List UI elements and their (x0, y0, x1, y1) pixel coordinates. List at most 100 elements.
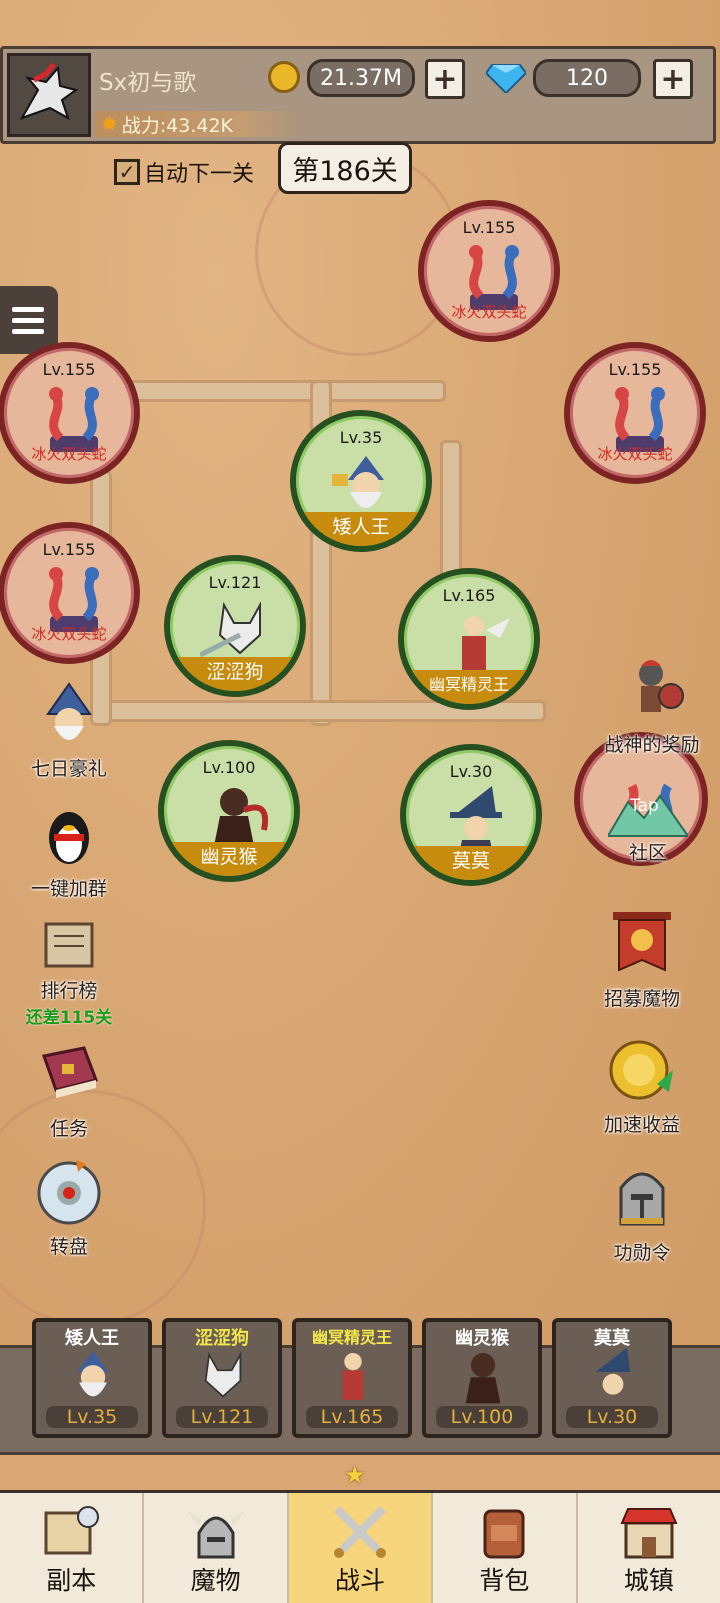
node-level: Lv.30 (449, 762, 493, 781)
join-group-label: 一键加群 (30, 878, 107, 900)
scroll-icon (44, 922, 94, 968)
squad-card-level: Lv.100 (436, 1406, 528, 1428)
gold-coin-icon (268, 61, 300, 93)
squad-card[interactable]: 幽灵猴 Lv.100 (422, 1318, 542, 1438)
community-label: 社区 (628, 842, 667, 864)
community-button[interactable]: Tap 社区 (580, 790, 716, 865)
squad-card-name: 幽冥精灵王 (311, 1328, 392, 1347)
nav-label: 魔物 (190, 1566, 241, 1595)
ally-node[interactable]: Lv.35 矮人王 (290, 410, 432, 552)
star-icon: ★ (344, 1461, 366, 1489)
enemy-node[interactable]: Lv.155 冰火双头蛇 (0, 522, 140, 664)
ally-node[interactable]: Lv.30 莫莫 (400, 744, 542, 886)
squad-card-level: Lv.35 (46, 1406, 138, 1428)
node-name: 莫莫 (406, 846, 536, 880)
node-name: 冰火双头蛇 (31, 445, 107, 463)
coin-boost-icon (609, 1040, 673, 1100)
node-level: Lv.155 (608, 360, 662, 379)
dwarf-helmet-icon (46, 682, 92, 740)
add-gold-button[interactable]: + (425, 59, 465, 99)
node-name: 幽冥精灵王 (404, 670, 534, 704)
merit-order-label: 功勋令 (613, 1242, 671, 1264)
leaderboard-button[interactable]: 排行榜 还差115关 (10, 918, 128, 1028)
node-level: Lv.165 (442, 586, 496, 605)
squad-card[interactable]: 莫莫 Lv.30 (552, 1318, 672, 1438)
player-bar: Sx初与歌 21.37M + 120 + ✹ 战力:43.42K (0, 46, 716, 144)
enemy-node[interactable]: Lv.155 冰火双头蛇 (418, 200, 560, 342)
crossed-swords-icon (334, 1506, 387, 1558)
ghost-monkey-icon (465, 1352, 501, 1404)
squad-card-level: Lv.121 (176, 1406, 268, 1428)
speed-income-label: 加速收益 (603, 1114, 680, 1136)
node-level: Lv.121 (208, 573, 262, 592)
avatar[interactable] (7, 53, 91, 137)
squad-bar: 矮人王 Lv.35 涩涩狗 Lv.121 幽冥精灵王 Lv.165 幽灵猴 Lv… (0, 1318, 720, 1455)
speed-income-button[interactable]: 加速收益 (574, 1036, 710, 1137)
map-road (110, 380, 446, 402)
war-god-reward-label: 战神的奖励 (604, 734, 700, 756)
tasks-button[interactable]: 任务 (10, 1040, 128, 1141)
squad-card-level: Lv.30 (566, 1406, 658, 1428)
node-level: Lv.155 (42, 540, 96, 559)
wolf-warrior-icon (204, 1351, 242, 1398)
squad-card[interactable]: 矮人王 Lv.35 (32, 1318, 152, 1438)
horned-helmet-icon (186, 1511, 245, 1559)
node-level: Lv.35 (339, 428, 383, 447)
diamond-icon (484, 63, 528, 97)
seven-day-gift-label: 七日豪礼 (30, 758, 107, 780)
spartan-warrior-icon (639, 660, 684, 712)
recruit-monster-button[interactable]: 招募魔物 (574, 910, 710, 1011)
nav-label: 战斗 (335, 1566, 386, 1595)
add-diamond-button[interactable]: + (653, 59, 693, 99)
nav-tab-town[interactable]: 城镇 (578, 1493, 720, 1603)
penguin-icon (49, 812, 89, 864)
map-scroll-icon (44, 1506, 100, 1555)
node-level: Lv.155 (42, 360, 96, 379)
ally-node[interactable]: Lv.121 涩涩狗 (164, 555, 306, 697)
nav-tab-bag[interactable]: 背包 (433, 1493, 578, 1603)
squad-card[interactable]: 涩涩狗 Lv.121 (162, 1318, 282, 1438)
squad-card[interactable]: 幽冥精灵王 Lv.165 (292, 1318, 412, 1438)
elf-king-icon (342, 1352, 364, 1400)
leaderboard-label: 排行榜 (40, 980, 98, 1002)
book-icon (42, 1046, 98, 1098)
node-name: 冰火双头蛇 (31, 625, 107, 643)
power-row: ✹ 战力:43.42K (95, 111, 305, 137)
auto-next-toggle[interactable]: ✓ 自动下一关 (114, 156, 254, 188)
bottom-nav: 副本 魔物 战斗 背包 城镇 (0, 1490, 720, 1603)
node-name: 幽灵猴 (164, 842, 294, 876)
shop-awning-icon (620, 1508, 678, 1559)
stage-indicator[interactable]: 第186关 (278, 142, 412, 194)
nav-tab-battle[interactable]: 战斗 (288, 1493, 434, 1603)
ally-node[interactable]: Lv.165 幽冥精灵王 (398, 568, 540, 710)
enemy-node[interactable]: Lv.155 冰火双头蛇 (564, 342, 706, 484)
dwarf-king-icon (77, 1351, 109, 1397)
nav-tab-dungeon[interactable]: 副本 (0, 1493, 145, 1603)
node-level: Lv.100 (202, 758, 256, 777)
backpack-icon (483, 1509, 525, 1559)
mountain-icon: Tap (606, 790, 690, 838)
ally-node[interactable]: Lv.100 幽灵猴 (158, 740, 300, 882)
join-group-button[interactable]: 一键加群 (10, 800, 128, 901)
seven-day-gift-button[interactable]: 七日豪礼 (10, 680, 128, 781)
menu-icon (12, 306, 44, 312)
auto-next-label: 自动下一关 (144, 162, 255, 187)
tasks-label: 任务 (49, 1118, 88, 1140)
node-name: 矮人王 (296, 512, 426, 546)
stages-behind-text: 还差115关 (25, 1008, 113, 1028)
node-name: 涩涩狗 (170, 657, 300, 691)
gold-amount: 21.37M (307, 59, 415, 97)
power-icon: ✹ (101, 112, 118, 136)
auto-next-checkbox[interactable]: ✓ (114, 159, 140, 185)
diamond-amount: 120 (533, 59, 641, 97)
merit-order-button[interactable]: 功勋令 (574, 1164, 710, 1265)
wheel-button[interactable]: 转盘 (10, 1158, 128, 1259)
player-name: Sx初与歌 (99, 70, 197, 96)
nav-label: 背包 (479, 1566, 530, 1595)
war-god-reward-button[interactable]: 战神的奖励 (584, 656, 720, 757)
wheel-label: 转盘 (49, 1236, 88, 1258)
squad-card-level: Lv.165 (306, 1406, 398, 1428)
enemy-node[interactable]: Lv.155 冰火双头蛇 (0, 342, 140, 484)
nav-tab-monsters[interactable]: 魔物 (144, 1493, 289, 1603)
nav-label: 城镇 (623, 1566, 674, 1595)
